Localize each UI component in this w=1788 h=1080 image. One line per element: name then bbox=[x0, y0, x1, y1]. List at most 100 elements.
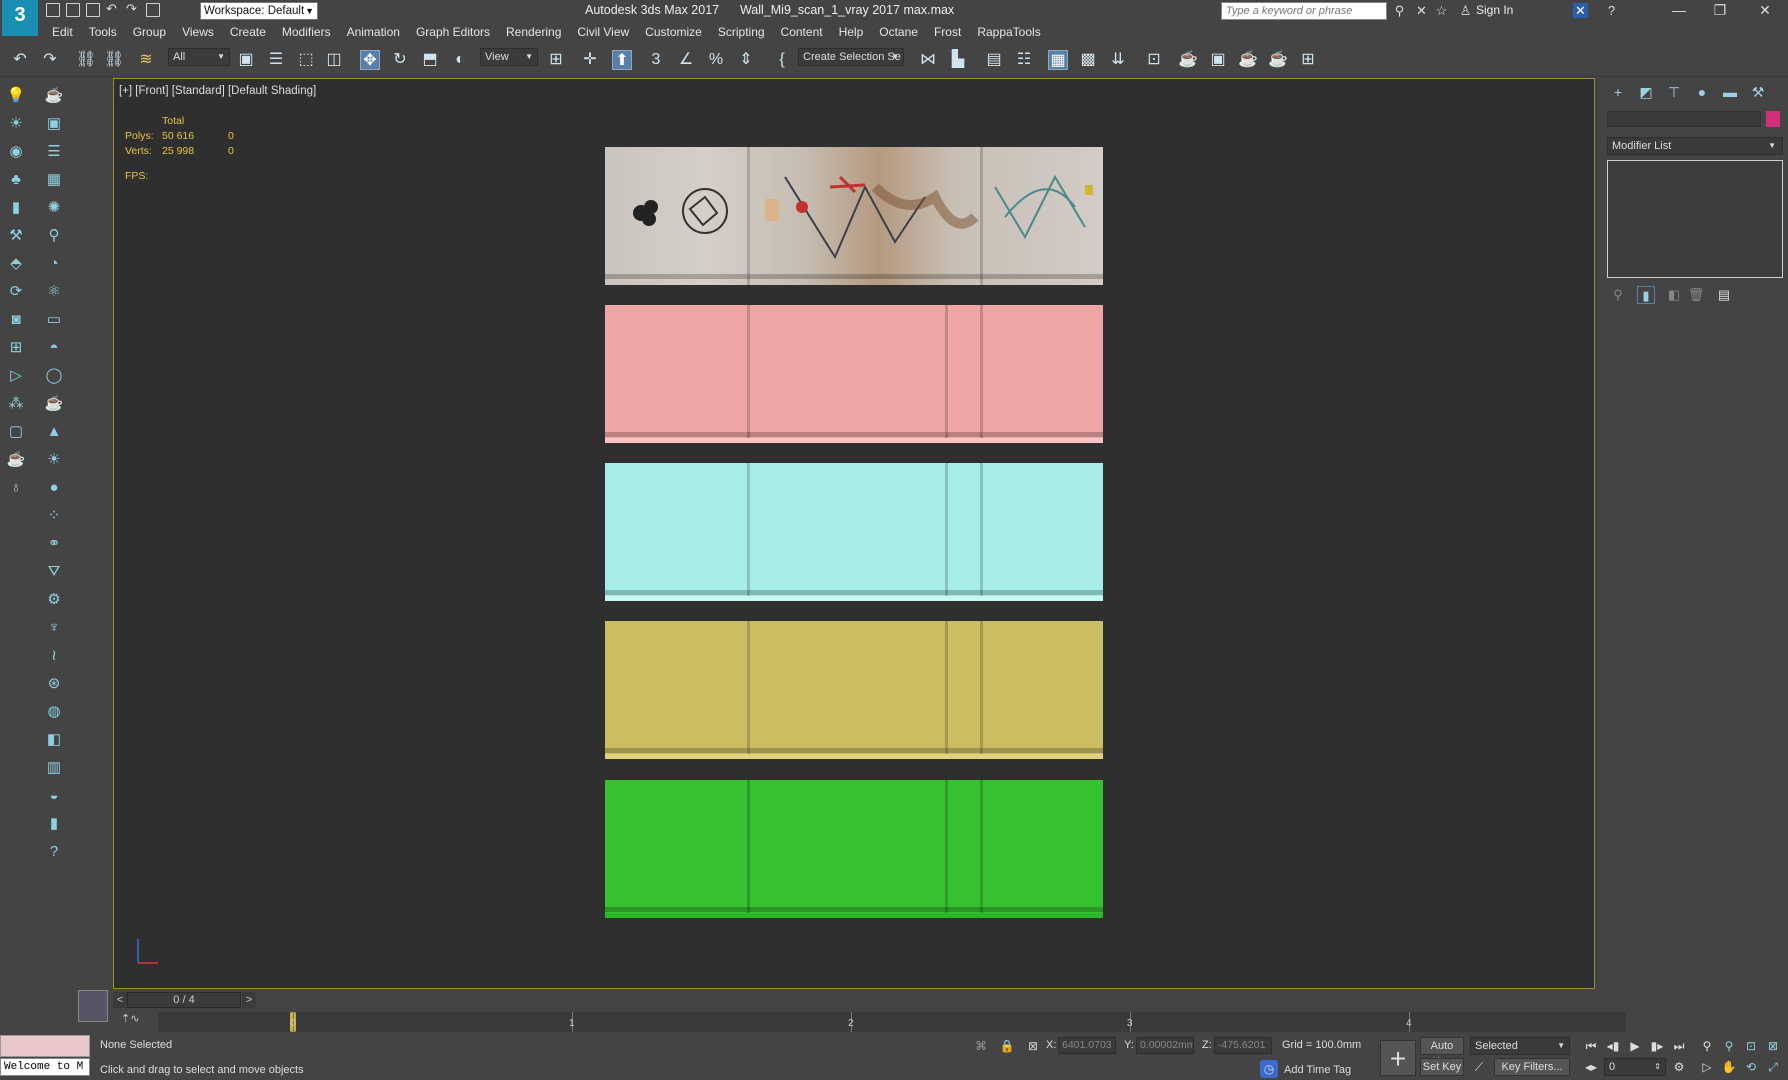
x-coordinate-field[interactable]: 6401.0703 bbox=[1058, 1037, 1116, 1054]
render-iterative-icon[interactable]: ☕ bbox=[1268, 50, 1288, 70]
pan-view-icon[interactable]: ✋ bbox=[1720, 1058, 1738, 1076]
menu-animation[interactable]: Animation bbox=[339, 22, 408, 42]
maxscript-output[interactable]: Welcome to M bbox=[0, 1058, 90, 1076]
sun-icon[interactable]: ☀ bbox=[3, 110, 29, 136]
remove-modifier-icon[interactable]: 🗑 bbox=[1687, 286, 1705, 304]
render-view-icon[interactable]: ▥ bbox=[41, 754, 67, 780]
sphere-icon[interactable]: ◯ bbox=[41, 362, 67, 388]
sun-light-icon[interactable]: ☀ bbox=[41, 446, 67, 472]
save-icon[interactable] bbox=[86, 3, 100, 17]
spinner-snap-icon[interactable]: ⇕ bbox=[736, 50, 756, 70]
book-icon[interactable]: ▮ bbox=[3, 194, 29, 220]
teapot-alt-icon[interactable]: ☕ bbox=[41, 390, 67, 416]
auto-key-button[interactable]: Auto Key bbox=[1420, 1037, 1464, 1068]
render-production-icon[interactable]: ☕ bbox=[1238, 50, 1258, 70]
y-coordinate-field[interactable]: 0.00002mm bbox=[1136, 1037, 1194, 1054]
mini-viewport-toggle[interactable] bbox=[78, 990, 108, 1022]
current-frame-field[interactable]: 0 ⇕ bbox=[1604, 1058, 1666, 1076]
absolute-mode-icon[interactable]: ⊠ bbox=[1024, 1037, 1042, 1055]
pink-mesh-panel[interactable] bbox=[605, 305, 1103, 443]
help-icon[interactable]: ? bbox=[41, 838, 67, 864]
camera-icon[interactable]: ◉ bbox=[3, 138, 29, 164]
key-filters-button[interactable]: Key Filters... bbox=[1494, 1058, 1570, 1076]
select-manipulate-icon[interactable]: ✛ bbox=[580, 50, 600, 70]
menu-modifiers[interactable]: Modifiers bbox=[274, 22, 339, 42]
render-online-icon[interactable]: ⊞ bbox=[1298, 50, 1318, 70]
angle-snap-icon[interactable]: ∠ bbox=[676, 50, 696, 70]
keyboard-shortcut-override-icon[interactable]: ⬆ bbox=[612, 50, 632, 70]
utilities-tab-icon[interactable]: ⚒ bbox=[1747, 82, 1769, 102]
schematic-view-icon[interactable]: ⇊ bbox=[1108, 50, 1128, 70]
menu-rappatools[interactable]: RappaTools bbox=[969, 22, 1048, 42]
exchange-icon[interactable]: ✕ bbox=[1573, 3, 1588, 18]
menu-tools[interactable]: Tools bbox=[81, 22, 125, 42]
menu-frost[interactable]: Frost bbox=[926, 22, 969, 42]
tree-icon[interactable]: ♣ bbox=[3, 166, 29, 192]
app-logo-icon[interactable]: 3 bbox=[2, 0, 38, 36]
scene-explorer-icon[interactable]: ▤ bbox=[984, 50, 1004, 70]
cyan-mesh-panel[interactable] bbox=[605, 463, 1103, 601]
render-setup-icon[interactable]: ☕ bbox=[1178, 50, 1198, 70]
maxscript-listener-mini[interactable] bbox=[0, 1035, 90, 1057]
network-icon[interactable]: ⁂ bbox=[3, 390, 29, 416]
object-color-swatch[interactable] bbox=[1766, 111, 1780, 127]
previous-frame-arrow[interactable]: < bbox=[113, 992, 127, 1008]
plane-icon[interactable]: ▭ bbox=[41, 306, 67, 332]
zoom-extents-icon[interactable]: ⊡ bbox=[1742, 1037, 1760, 1055]
bind-spacewarp-icon[interactable]: ≋ bbox=[136, 50, 156, 70]
bulb-outline-icon[interactable]: ♁ bbox=[3, 474, 29, 500]
render-icon[interactable]: ◙ bbox=[3, 306, 29, 332]
selection-filter-dropdown[interactable]: All ▼ bbox=[168, 48, 230, 66]
menu-scripting[interactable]: Scripting bbox=[710, 22, 773, 42]
grid-icon[interactable]: ⊞ bbox=[3, 334, 29, 360]
list-icon[interactable]: ☰ bbox=[41, 138, 67, 164]
isolate-selection-icon[interactable]: ⌘ bbox=[972, 1037, 990, 1055]
key-mode-dropdown[interactable]: Selected ▼ bbox=[1470, 1037, 1570, 1055]
rendered-frame-window-icon[interactable]: ▣ bbox=[1208, 50, 1228, 70]
user-icon[interactable]: ♙ bbox=[1458, 3, 1473, 18]
object-name-field[interactable] bbox=[1607, 111, 1761, 127]
make-unique-icon[interactable]: ◧ bbox=[1665, 286, 1683, 304]
play-icon[interactable]: ▷ bbox=[3, 362, 29, 388]
add-time-tag-button[interactable]: Add Time Tag bbox=[1284, 1064, 1351, 1076]
tool-icon[interactable]: ⚒ bbox=[3, 222, 29, 248]
helper-icon[interactable]: ◔ bbox=[41, 250, 67, 276]
zoom-all-icon[interactable]: ⚲ bbox=[1720, 1037, 1738, 1055]
hierarchy-tab-icon[interactable]: ⊤ bbox=[1663, 82, 1685, 102]
minimize-button[interactable]: — bbox=[1656, 0, 1702, 20]
gear-icon[interactable]: ⚙ bbox=[41, 586, 67, 612]
maximize-viewport-icon[interactable]: ⤢ bbox=[1764, 1058, 1782, 1076]
play-icon[interactable]: ▶ bbox=[1626, 1037, 1644, 1055]
battery-icon[interactable]: ▮ bbox=[41, 810, 67, 836]
pin-stack-icon[interactable]: ⚲ bbox=[1609, 286, 1627, 304]
window-crossing-icon[interactable]: ◫ bbox=[324, 50, 344, 70]
align-icon[interactable]: ▙ bbox=[948, 50, 968, 70]
rectangular-selection-icon[interactable]: ⬚ bbox=[296, 50, 316, 70]
display-tab-icon[interactable]: ▬ bbox=[1719, 82, 1741, 102]
menu-create[interactable]: Create bbox=[222, 22, 274, 42]
field-of-view-icon[interactable]: ▷ bbox=[1698, 1058, 1716, 1076]
atoms-icon[interactable]: ⚛ bbox=[41, 278, 67, 304]
ribbon-toggle-icon[interactable]: ▦ bbox=[1048, 50, 1068, 70]
new-icon[interactable] bbox=[46, 3, 60, 17]
green-mesh-panel[interactable] bbox=[605, 780, 1103, 918]
menu-octane[interactable]: Octane bbox=[871, 22, 926, 42]
go-to-end-icon[interactable]: ⏭ bbox=[1670, 1037, 1688, 1055]
zoom-extents-all-icon[interactable]: ⊠ bbox=[1764, 1037, 1782, 1055]
viewport-label[interactable]: [+] [Front] [Standard] [Default Shading] bbox=[119, 85, 316, 97]
menu-group[interactable]: Group bbox=[125, 22, 174, 42]
olive-mesh-panel[interactable] bbox=[605, 621, 1103, 759]
select-and-move-icon[interactable]: ✥ bbox=[360, 50, 380, 70]
zoom-icon[interactable]: ⚲ bbox=[1698, 1037, 1716, 1055]
grass-icon[interactable]: ♆ bbox=[41, 614, 67, 640]
material-editor-icon[interactable]: ⊡ bbox=[1144, 50, 1164, 70]
show-end-result-icon[interactable]: ▮ bbox=[1637, 286, 1655, 304]
go-to-start-icon[interactable]: ⏮ bbox=[1582, 1037, 1600, 1055]
tripod-icon[interactable]: ⚲ bbox=[41, 222, 67, 248]
previous-frame-icon[interactable]: ◂▮ bbox=[1604, 1037, 1622, 1055]
search-input[interactable]: Type a keyword or phrase bbox=[1221, 2, 1387, 20]
layer-explorer-icon[interactable]: ☷ bbox=[1014, 50, 1034, 70]
cone-icon[interactable]: ▲ bbox=[41, 418, 67, 444]
teapot-icon[interactable]: ☕ bbox=[3, 446, 29, 472]
scene-icon[interactable]: ◒ bbox=[41, 782, 67, 808]
